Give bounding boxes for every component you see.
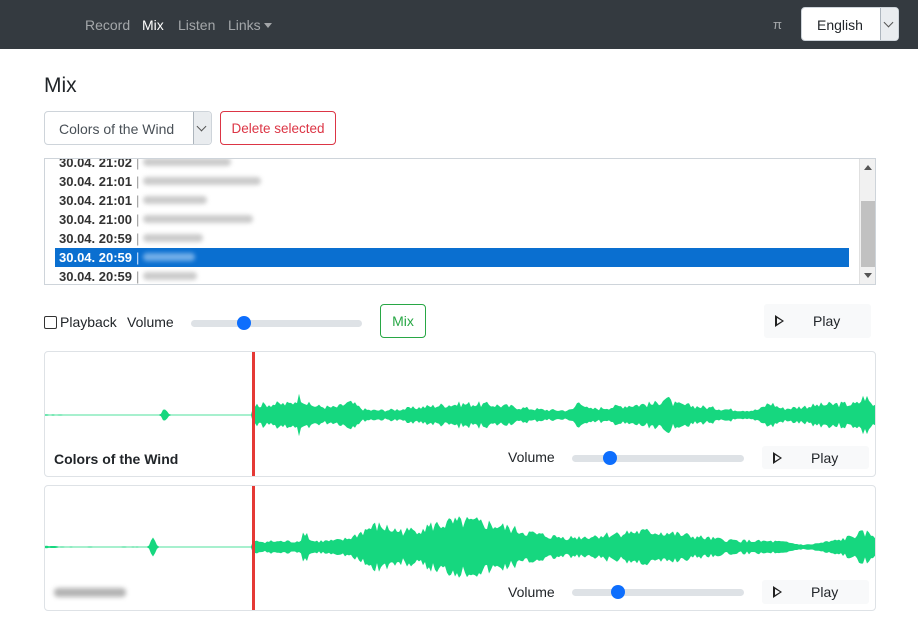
recording-timestamp: 30.04. 21:01	[59, 174, 133, 189]
list-item[interactable]: 30.04. 20:59 |	[55, 229, 849, 248]
track-volume-slider[interactable]	[572, 585, 744, 599]
recording-name-redacted	[143, 234, 204, 242]
recording-separator: |	[136, 193, 140, 208]
page-title: Mix	[44, 74, 77, 97]
recording-timestamp: 30.04. 20:59	[59, 250, 133, 265]
playback-checkbox[interactable]	[44, 316, 57, 329]
recording-timestamp: 30.04. 20:59	[59, 231, 133, 246]
delete-selected-button[interactable]: Delete selected	[220, 111, 336, 145]
nav-links-dropdown[interactable]: Links	[228, 17, 272, 33]
mix-button[interactable]: Mix	[380, 304, 426, 338]
scroll-up-arrow-icon[interactable]	[864, 165, 872, 170]
mix-volume-slider-thumb[interactable]	[237, 316, 251, 330]
list-item[interactable]: 30.04. 20:59 |	[55, 267, 849, 284]
track-volume-label: Volume	[508, 449, 555, 465]
language-select-value: English	[817, 17, 863, 33]
song-select-toggle[interactable]	[193, 112, 211, 144]
recording-separator: |	[136, 250, 140, 265]
scrollbar-thumb[interactable]	[861, 201, 875, 267]
top-navbar: Record Mix Listen Links π English	[0, 0, 918, 49]
song-select-value: Colors of the Wind	[59, 121, 175, 137]
language-select-toggle[interactable]	[880, 8, 898, 40]
track-volume-label: Volume	[508, 584, 555, 600]
track-volume-slider-thumb[interactable]	[602, 451, 617, 465]
track-name: Colors of the Wind	[54, 451, 179, 467]
recording-timestamp: 30.04. 21:00	[59, 212, 133, 227]
track-name-redacted	[54, 588, 126, 597]
nav-record[interactable]: Record	[85, 17, 130, 33]
recording-name-redacted	[143, 215, 254, 223]
recording-separator: |	[136, 212, 140, 227]
song-select[interactable]: Colors of the Wind	[44, 111, 212, 145]
list-scrollbar[interactable]	[859, 159, 875, 284]
chevron-down-icon	[883, 17, 894, 28]
playhead-cursor[interactable]	[252, 486, 255, 610]
list-item[interactable]: 30.04. 20:59 |	[55, 248, 849, 267]
recording-name-redacted	[143, 196, 208, 204]
play-all-button[interactable]: Play	[764, 304, 871, 338]
recording-name-redacted	[143, 177, 262, 185]
playhead-cursor[interactable]	[252, 352, 255, 476]
recording-name-redacted	[143, 159, 232, 166]
track-play-button[interactable]: Play	[762, 580, 869, 604]
list-item[interactable]: 30.04. 21:00 |	[55, 210, 849, 229]
recording-separator: |	[136, 269, 140, 284]
track-play-label: Play	[811, 450, 839, 466]
recording-timestamp: 30.04. 21:02	[59, 158, 133, 170]
caret-down-icon	[263, 23, 272, 28]
scroll-down-arrow-icon[interactable]	[864, 273, 872, 278]
track-card: Colors of the Wind Volume Play	[44, 351, 876, 477]
track-play-button[interactable]: Play	[762, 446, 869, 469]
recording-separator: |	[136, 174, 140, 189]
volume-label: Volume	[127, 314, 174, 330]
recording-separator: |	[136, 158, 140, 170]
language-select[interactable]: English	[801, 7, 899, 41]
nav-mix[interactable]: Mix	[142, 17, 164, 33]
recording-name-redacted	[143, 253, 196, 261]
play-all-label: Play	[813, 313, 841, 329]
list-item[interactable]: 30.04. 21:02 |	[55, 158, 849, 172]
recordings-list[interactable]: 30.04. 21:02 | 30.04. 21:01 | 30.04. 21:01 | 3…	[44, 158, 876, 285]
track-play-label: Play	[811, 584, 839, 600]
track-volume-slider[interactable]	[572, 451, 744, 465]
playback-label: Playback	[60, 314, 117, 330]
chevron-down-icon	[196, 121, 207, 132]
track-card: Volume Play	[44, 485, 876, 611]
nav-links-label: Links	[228, 17, 261, 33]
pi-link[interactable]: π	[773, 17, 782, 32]
recording-timestamp: 30.04. 21:01	[59, 193, 133, 208]
nav-listen[interactable]: Listen	[178, 17, 215, 33]
recording-timestamp: 30.04. 20:59	[59, 269, 133, 284]
recording-separator: |	[136, 231, 140, 246]
list-item[interactable]: 30.04. 21:01 |	[55, 172, 849, 191]
recording-name-redacted	[143, 272, 198, 280]
list-item[interactable]: 30.04. 21:01 |	[55, 191, 849, 210]
mix-volume-slider[interactable]	[191, 316, 362, 330]
waveform[interactable]	[45, 486, 875, 610]
